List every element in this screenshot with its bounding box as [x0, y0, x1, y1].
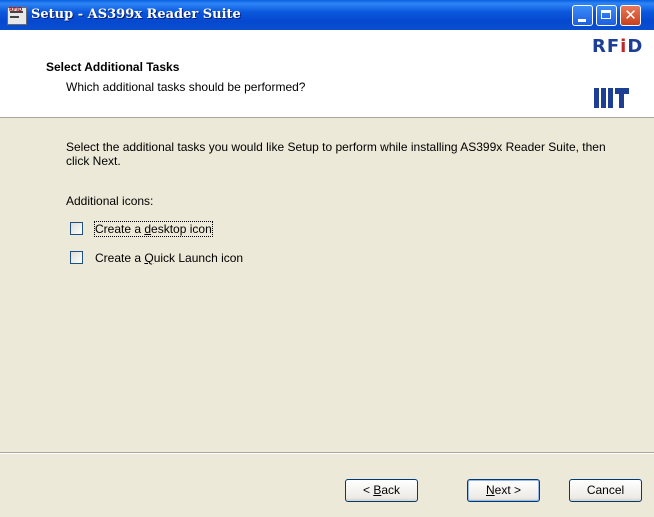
close-icon: ✕	[624, 6, 637, 24]
logo-text: RFiD	[592, 36, 644, 57]
next-button[interactable]: Next >	[467, 479, 540, 502]
page-subtitle: Which additional tasks should be perform…	[66, 80, 306, 94]
setup-window: RFID Setup - AS399x Reader Suite ✕ Selec…	[0, 0, 654, 517]
quick-launch-label[interactable]: Create a Quick Launch icon	[95, 251, 243, 265]
cancel-button[interactable]: Cancel	[569, 479, 642, 502]
rfid-logo: RFiD	[586, 30, 654, 117]
desktop-icon-checkbox[interactable]	[70, 222, 83, 235]
maximize-button[interactable]	[596, 5, 617, 26]
maximize-icon	[601, 10, 611, 19]
wizard-header: Select Additional Tasks Which additional…	[0, 30, 654, 118]
desktop-icon-label[interactable]: Create a desktop icon	[94, 221, 213, 237]
quick-launch-checkbox[interactable]	[70, 251, 83, 264]
title-bar[interactable]: RFID Setup - AS399x Reader Suite ✕	[0, 0, 654, 30]
footer-separator	[0, 452, 654, 454]
minimize-button[interactable]	[572, 5, 593, 26]
instructions-text: Select the additional tasks you would li…	[66, 140, 606, 168]
window-title: Setup - AS399x Reader Suite	[31, 7, 241, 22]
mti-logo-icon	[594, 88, 634, 108]
close-button[interactable]: ✕	[620, 5, 641, 26]
page-title: Select Additional Tasks	[46, 60, 180, 74]
additional-icons-label: Additional icons:	[66, 194, 154, 208]
app-icon[interactable]: RFID	[7, 7, 27, 25]
minimize-icon	[578, 19, 586, 22]
back-button[interactable]: < Back	[345, 479, 418, 502]
